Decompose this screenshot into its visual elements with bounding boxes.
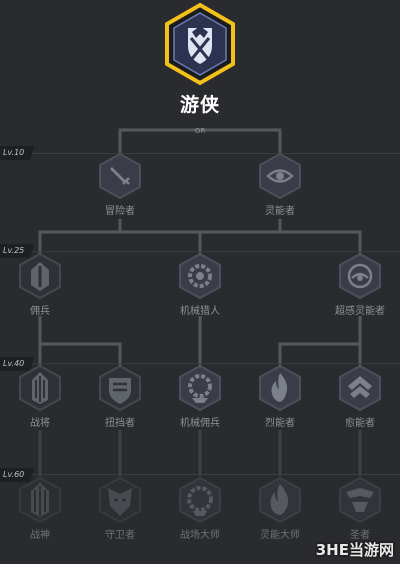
gear-crown-icon [179, 476, 221, 524]
watermark: 3HE当游网 [315, 541, 394, 559]
class-node-war-god[interactable] [16, 476, 64, 524]
class-node-psychic[interactable] [256, 152, 304, 200]
class-label: 战将 [30, 418, 50, 429]
class-label: 战神 [30, 530, 50, 541]
chevron-wings-icon [339, 364, 381, 412]
class-label: 战场大师 [180, 530, 220, 541]
class-node-battlefield-master[interactable] [176, 476, 224, 524]
class-label: 机械佣兵 [180, 418, 220, 429]
class-label: 灵能者 [265, 206, 295, 217]
class-label: 冒险者 [105, 206, 135, 217]
level-divider [0, 153, 400, 154]
warlord-crown-icon [19, 476, 61, 524]
warlord-icon [19, 364, 61, 412]
class-node-saint[interactable] [336, 476, 384, 524]
class-label: 灵能大师 [260, 530, 300, 541]
class-node-mercenary[interactable] [16, 252, 64, 300]
class-node-mech-hunter[interactable] [176, 252, 224, 300]
class-node-warlord[interactable] [16, 364, 64, 412]
or-label: OR [194, 127, 206, 135]
class-label: 扭挡者 [105, 418, 135, 429]
shield-icon [99, 364, 141, 412]
level-tag: Lv.10 [0, 146, 35, 160]
gear-icon [179, 252, 221, 300]
eye-icon [259, 152, 301, 200]
class-tree: Lv.10 Lv.25 Lv.40 Lv.60 游侠 OR 冒险者 灵能者 佣兵… [0, 0, 400, 564]
class-node-defender[interactable] [96, 364, 144, 412]
main-class-node[interactable] [158, 2, 242, 86]
class-node-adventurer[interactable] [96, 152, 144, 200]
class-node-mech-mercenary[interactable] [176, 364, 224, 412]
main-class-name: 游侠 [179, 94, 220, 116]
guardian-mask-icon [99, 476, 141, 524]
flame-icon [259, 364, 301, 412]
class-label: 机械猎人 [180, 306, 220, 317]
class-label: 超感灵能者 [335, 306, 385, 317]
sword-icon [99, 152, 141, 200]
class-node-healer[interactable] [336, 364, 384, 412]
shield-crossed-swords-icon [165, 2, 235, 86]
class-label: 守卫者 [105, 530, 135, 541]
helmet-icon [19, 252, 61, 300]
class-label: 佣兵 [30, 306, 50, 317]
level-divider [0, 474, 400, 475]
flame-crown-icon [259, 476, 301, 524]
class-label: 愈能者 [345, 418, 375, 429]
gear-helm-icon [179, 364, 221, 412]
winged-crest-icon [339, 476, 381, 524]
class-node-super-psychic[interactable] [336, 252, 384, 300]
class-node-guardian[interactable] [96, 476, 144, 524]
class-label: 烈能者 [265, 418, 295, 429]
class-node-psychic-master[interactable] [256, 476, 304, 524]
orb-eye-icon [339, 252, 381, 300]
class-node-pyro-psychic[interactable] [256, 364, 304, 412]
